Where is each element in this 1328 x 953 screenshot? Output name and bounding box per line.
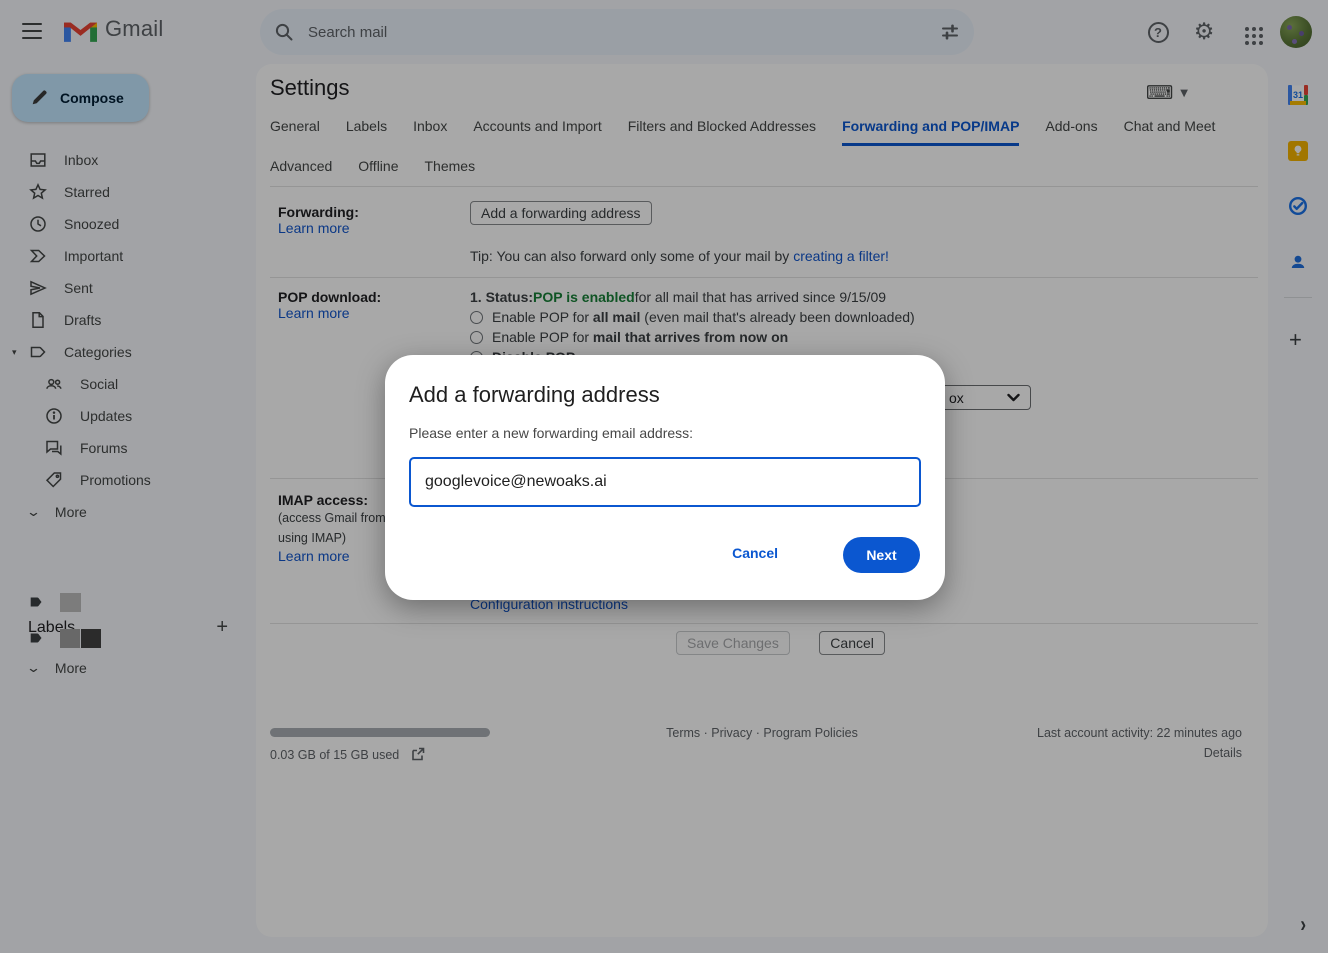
dialog-prompt: Please enter a new forwarding email addr… [409, 425, 693, 441]
dialog-cancel-button[interactable]: Cancel [732, 545, 778, 561]
add-forwarding-address-dialog: Add a forwarding address Please enter a … [385, 355, 945, 600]
gmail-app: Gmail ? ⚙ Compose [0, 0, 1328, 953]
forwarding-email-input[interactable] [409, 457, 921, 507]
dialog-next-button[interactable]: Next [843, 537, 920, 573]
dialog-title: Add a forwarding address [409, 382, 660, 408]
